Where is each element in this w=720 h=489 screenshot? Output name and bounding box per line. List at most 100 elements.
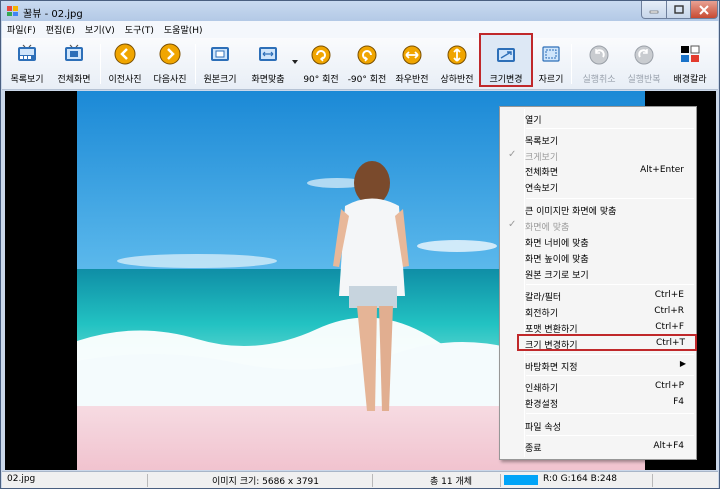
ctx-shortcut: Alt+Enter: [640, 165, 684, 175]
minimize-icon: [649, 10, 659, 13]
ctx-label: 파일 속성: [525, 423, 561, 433]
toolbar-prev-button[interactable]: 이전사진: [103, 40, 147, 88]
toolbar-rotate-cw-button[interactable]: 90° 회전: [299, 40, 343, 88]
ctx-large-view[interactable]: ✓ 크게보기: [502, 148, 694, 163]
ctx-continuous-view[interactable]: 연속보기: [502, 179, 694, 194]
ctx-label: 원본 크기로 보기: [525, 271, 589, 281]
ctx-shortcut: Ctrl+T: [655, 338, 685, 348]
toolbar-label: 화면맞춤: [251, 75, 285, 85]
ctx-label: 큰 이미지만 화면에 맞춤: [525, 207, 617, 217]
rotate-cw-icon: [311, 45, 331, 65]
crop-icon: [542, 46, 560, 62]
original-size-icon: [211, 47, 229, 61]
ctx-open[interactable]: 열기: [502, 111, 694, 126]
status-bar: 02.jpg 이미지 크기: 5686 x 3791 총 11 개체 R:0 G…: [2, 471, 718, 488]
toolbar-original-size-button[interactable]: 원본크기: [198, 40, 242, 88]
ctx-fit-height[interactable]: 화면 높이에 맞춤: [502, 250, 694, 265]
toolbar-list-view-button[interactable]: 목록보기: [5, 40, 49, 88]
toolbar-label: 다음사진: [153, 75, 187, 85]
toolbar-rotate-ccw-button[interactable]: -90° 회전: [344, 40, 390, 88]
check-icon: ✓: [508, 219, 517, 230]
ctx-set-wallpaper[interactable]: 바탕화면 지정 ▶: [502, 358, 694, 373]
menu-help[interactable]: 도움말(H): [159, 23, 208, 36]
toolbar-label: 상하반전: [440, 75, 474, 85]
toolbar-label: 전체화면: [57, 75, 91, 85]
context-menu: 열기 목록보기 ✓ 크게보기 전체화면 Alt+Enter 연속보기 큰 이미지만 …: [499, 106, 697, 460]
toolbar-label: 실행취소: [582, 75, 616, 85]
toolbar-background-color-button[interactable]: 배경칼라: [668, 40, 712, 88]
ctx-label: 종료: [525, 444, 542, 454]
status-filename: 02.jpg: [7, 474, 36, 484]
ctx-exit[interactable]: 종료 Alt+F4: [502, 439, 694, 454]
submenu-arrow-icon: ▶: [679, 359, 686, 368]
toolbar-label: -90° 회전: [347, 75, 387, 85]
menu-view[interactable]: 보기(V): [80, 23, 120, 36]
ctx-label: 화면에 맞춤: [525, 223, 570, 233]
ctx-rotate[interactable]: 회전하기 Ctrl+R: [502, 304, 694, 319]
toolbar-next-button[interactable]: 다음사진: [148, 40, 192, 88]
ctx-label: 전체화면: [525, 168, 559, 178]
toolbar-separator: [571, 44, 572, 84]
ctx-original-size[interactable]: 원본 크기로 보기: [502, 266, 694, 281]
honey-jar-app-icon: [7, 6, 18, 16]
ctx-fit-large-only[interactable]: 큰 이미지만 화면에 맞춤: [502, 202, 694, 217]
toolbar-label: 자르기: [538, 75, 564, 85]
toolbar-fullscreen-button[interactable]: 전체화면: [52, 40, 96, 88]
menu-separator: [526, 435, 694, 436]
toolbar-label: 좌우반전: [395, 75, 429, 85]
prev-arrow-icon: [114, 43, 136, 65]
app-window: 꿀뷰 - 02.jpg 파일(F) 편집(E) 보기(V) 도구(T) 도움말(…: [0, 0, 720, 489]
next-arrow-icon: [159, 43, 181, 65]
toolbar-flip-horizontal-button[interactable]: 좌우반전: [390, 40, 434, 88]
title-bar[interactable]: 꿀뷰 - 02.jpg: [1, 1, 719, 21]
menu-separator: [526, 354, 694, 355]
minimize-button[interactable]: [641, 1, 667, 19]
toolbar-fit-screen-button[interactable]: 화면맞춤: [244, 40, 292, 88]
ctx-color-filter[interactable]: 칼라/필터 Ctrl+E: [502, 288, 694, 303]
ctx-label: 화면 높이에 맞춤: [525, 255, 589, 265]
ctx-shortcut: Alt+F4: [653, 441, 684, 451]
ctx-fit-width[interactable]: 화면 너비에 맞춤: [502, 234, 694, 249]
ctx-resize[interactable]: 크기 변경하기 Ctrl+T: [517, 334, 697, 351]
ctx-shortcut: Ctrl+P: [655, 381, 684, 391]
ctx-convert-format[interactable]: 포맷 변환하기 Ctrl+F: [502, 320, 694, 335]
toolbar-separator: [100, 44, 101, 84]
menu-separator: [526, 198, 694, 199]
menu-separator: [526, 413, 694, 414]
window-title: 꿀뷰 - 02.jpg: [23, 9, 83, 20]
ctx-preferences[interactable]: 환경설정 F4: [502, 395, 694, 410]
ctx-list-view[interactable]: 목록보기: [502, 132, 694, 147]
close-button[interactable]: [690, 1, 718, 19]
toolbar-redo-button[interactable]: 실행반복: [622, 40, 666, 88]
toolbar-undo-button[interactable]: 실행취소: [577, 40, 621, 88]
flip-vertical-icon: [447, 45, 467, 65]
dropdown-arrow-icon[interactable]: [292, 60, 298, 64]
rotate-ccw-icon: [357, 45, 377, 65]
status-separator: [500, 474, 501, 487]
toolbar-resize-button[interactable]: 크기변경: [479, 33, 533, 87]
status-color-swatch: [504, 475, 538, 485]
ctx-fullscreen[interactable]: 전체화면 Alt+Enter: [502, 163, 694, 178]
ctx-label: 칼라/필터: [525, 293, 562, 303]
ctx-shortcut: Ctrl+E: [654, 290, 684, 300]
status-separator: [147, 474, 148, 487]
status-color-value: R:0 G:164 B:248: [543, 474, 618, 484]
ctx-label: 환경설정: [525, 400, 559, 410]
toolbar-separator: [195, 44, 196, 84]
menu-edit[interactable]: 편집(E): [41, 23, 80, 36]
menu-file[interactable]: 파일(F): [2, 23, 41, 36]
toolbar-crop-button[interactable]: 자르기: [533, 40, 569, 88]
status-item-count: 총 11 개체: [430, 477, 473, 487]
status-separator: [372, 474, 373, 487]
ctx-print[interactable]: 인쇄하기 Ctrl+P: [502, 379, 694, 394]
status-image-size: 이미지 크기: 5686 x 3791: [212, 477, 320, 487]
ctx-label: 목록보기: [525, 137, 559, 147]
maximize-button[interactable]: [666, 1, 691, 19]
background-color-icon: [681, 45, 700, 62]
toolbar-flip-vertical-button[interactable]: 상하반전: [435, 40, 479, 88]
ctx-file-properties[interactable]: 파일 속성: [502, 418, 694, 433]
ctx-label: 인쇄하기: [525, 384, 559, 394]
menu-tools[interactable]: 도구(T): [120, 23, 159, 36]
ctx-fit-screen[interactable]: ✓ 화면에 맞춤: [502, 218, 694, 233]
flip-horizontal-icon: [402, 45, 422, 65]
